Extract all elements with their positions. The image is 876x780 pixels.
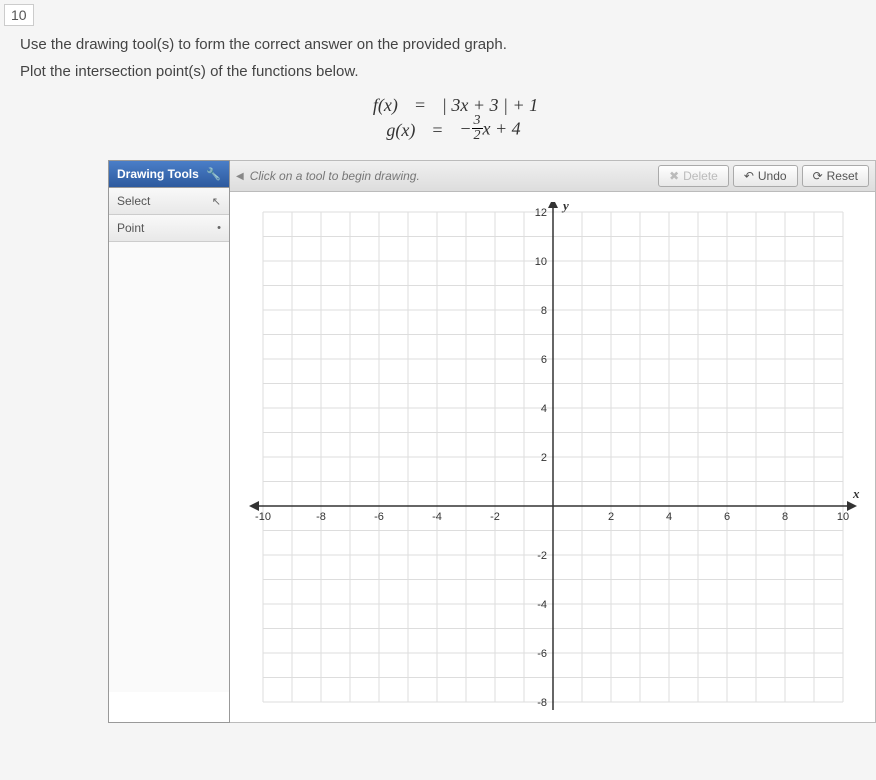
undo-button[interactable]: ↶ Undo bbox=[733, 165, 798, 187]
f-equals: = bbox=[410, 95, 430, 116]
triangle-left-icon: ◀ bbox=[236, 171, 244, 182]
svg-text:12: 12 bbox=[534, 207, 546, 219]
svg-text:-4: -4 bbox=[537, 599, 547, 611]
tool-select[interactable]: Select ↖ bbox=[109, 188, 229, 215]
tool-select-label: Select bbox=[117, 194, 150, 208]
svg-text:y: y bbox=[561, 202, 569, 213]
action-buttons: ✖ Delete ↶ Undo ⟳ Reset bbox=[658, 165, 869, 187]
delete-icon: ✖ bbox=[669, 169, 679, 183]
equations-block: f(x) = | 3x + 3 | + 1 g(x) = −32x + 4 bbox=[0, 90, 876, 160]
coordinate-grid: -10 -8 -6 -4 -2 2 4 6 8 10 -8 -6 -4 -2 2 4 6 8 10 12 x y bbox=[243, 202, 863, 712]
svg-text:4: 4 bbox=[665, 511, 671, 523]
instruction-sub: Plot the intersection point(s) of the fu… bbox=[0, 58, 876, 90]
svg-text:4: 4 bbox=[540, 403, 546, 415]
graph-panel: ◀ Click on a tool to begin drawing. ✖ De… bbox=[230, 160, 876, 723]
tools-empty-area bbox=[109, 242, 229, 692]
svg-text:8: 8 bbox=[540, 305, 546, 317]
delete-button[interactable]: ✖ Delete bbox=[658, 165, 729, 187]
svg-text:8: 8 bbox=[781, 511, 787, 523]
point-icon: • bbox=[217, 222, 221, 234]
svg-text:-4: -4 bbox=[432, 511, 442, 523]
tools-header: Drawing Tools 🔧 bbox=[109, 161, 229, 188]
svg-text:-10: -10 bbox=[255, 511, 271, 523]
svg-text:-2: -2 bbox=[537, 550, 547, 562]
graph-canvas[interactable]: -10 -8 -6 -4 -2 2 4 6 8 10 -8 -6 -4 -2 2 4 6 8 10 12 x y bbox=[243, 202, 863, 712]
tool-area: Drawing Tools 🔧 Select ↖ Point • ◀ Click… bbox=[108, 160, 876, 723]
cursor-icon: ↖ bbox=[212, 195, 221, 208]
undo-icon: ↶ bbox=[744, 169, 754, 183]
svg-text:6: 6 bbox=[540, 354, 546, 366]
reset-label: Reset bbox=[827, 169, 858, 183]
svg-text:-6: -6 bbox=[537, 648, 547, 660]
f-lhs: f(x) bbox=[338, 95, 398, 116]
tool-point[interactable]: Point • bbox=[109, 215, 229, 242]
g-equals: = bbox=[427, 120, 447, 141]
svg-text:-8: -8 bbox=[537, 697, 547, 709]
undo-label: Undo bbox=[758, 169, 787, 183]
tools-header-label: Drawing Tools bbox=[117, 167, 199, 181]
hint-bar: ◀ Click on a tool to begin drawing. ✖ De… bbox=[230, 161, 875, 192]
g-rhs: −32x + 4 bbox=[459, 116, 520, 145]
delete-label: Delete bbox=[683, 169, 718, 183]
svg-text:x: x bbox=[852, 486, 860, 501]
g-lhs: g(x) bbox=[355, 120, 415, 141]
svg-text:-8: -8 bbox=[316, 511, 326, 523]
question-number: 10 bbox=[4, 4, 34, 26]
hint-text: Click on a tool to begin drawing. bbox=[250, 169, 658, 183]
tools-panel: Drawing Tools 🔧 Select ↖ Point • bbox=[108, 160, 230, 723]
svg-text:-6: -6 bbox=[374, 511, 384, 523]
svg-text:2: 2 bbox=[607, 511, 613, 523]
svg-text:2: 2 bbox=[540, 452, 546, 464]
reset-button[interactable]: ⟳ Reset bbox=[802, 165, 869, 187]
tool-point-label: Point bbox=[117, 221, 144, 235]
f-rhs: | 3x + 3 | + 1 bbox=[442, 95, 538, 116]
wrench-icon: 🔧 bbox=[206, 167, 221, 181]
svg-text:10: 10 bbox=[534, 256, 546, 268]
reset-icon: ⟳ bbox=[813, 169, 823, 183]
instruction-main: Use the drawing tool(s) to form the corr… bbox=[0, 26, 876, 58]
svg-text:-2: -2 bbox=[490, 511, 500, 523]
svg-text:10: 10 bbox=[836, 511, 848, 523]
svg-text:6: 6 bbox=[723, 511, 729, 523]
